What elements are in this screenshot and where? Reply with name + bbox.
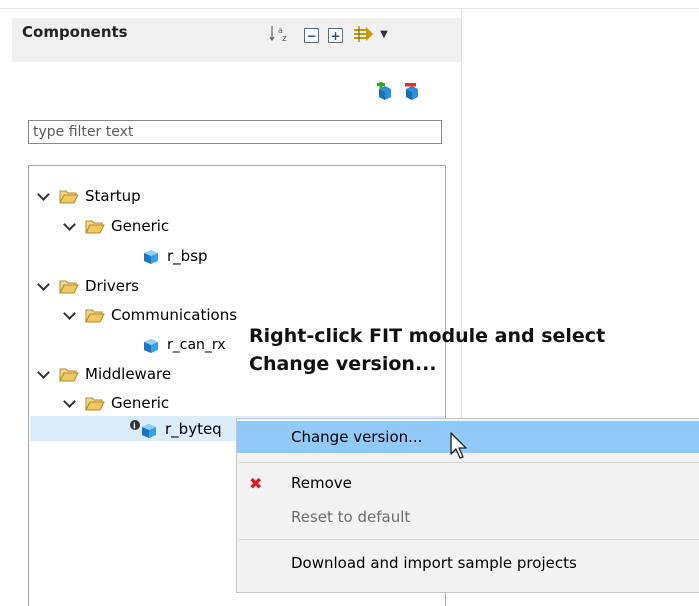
tree-item-r-can-rx[interactable]: r_can_rx: [141, 332, 226, 358]
sort-alphabetical-icon[interactable]: a z: [268, 24, 290, 44]
menu-item-label: Change version...: [291, 428, 423, 446]
menu-item-remove[interactable]: ✖ Remove: [237, 467, 699, 499]
chevron-down-icon[interactable]: [37, 367, 51, 381]
chevron-down-icon[interactable]: [63, 219, 77, 233]
menu-item-reset-to-default: Reset to default: [237, 501, 699, 533]
folder-open-icon: [59, 190, 79, 203]
tree-item-label: Generic: [111, 394, 170, 412]
chevron-down-icon[interactable]: [37, 189, 51, 203]
svg-text:i: i: [133, 422, 136, 431]
add-component-icon[interactable]: [375, 80, 393, 100]
instruction-annotation: Right-click FIT module and select Change…: [249, 322, 605, 378]
tree-item-startup[interactable]: Startup: [37, 183, 141, 209]
tree-item-r-byteq[interactable]: i r_byteq: [129, 416, 222, 442]
menu-item-label: Download and import sample projects: [291, 554, 577, 572]
component-cube-icon: [144, 250, 158, 264]
tree-item-label: Generic: [111, 217, 170, 235]
tree-item-drivers[interactable]: Drivers: [37, 273, 139, 299]
filter-input[interactable]: [28, 120, 442, 144]
svg-text:z: z: [282, 34, 287, 43]
menu-separator: [239, 539, 699, 540]
tree-item-generic-middleware[interactable]: Generic: [63, 390, 169, 416]
menu-item-download-samples[interactable]: Download and import sample projects: [237, 547, 699, 579]
menu-separator: [239, 462, 699, 463]
tree-item-label: Middleware: [85, 365, 172, 383]
remove-x-icon: ✖: [249, 473, 263, 493]
chevron-down-icon[interactable]: [63, 396, 77, 410]
top-divider: [0, 8, 699, 9]
annotation-line-1: Right-click FIT module and select: [249, 325, 606, 347]
tree-item-label: Drivers: [85, 277, 139, 295]
chevron-down-icon[interactable]: [37, 279, 51, 293]
tree-item-label: Communications: [111, 306, 238, 324]
tree-item-middleware[interactable]: Middleware: [37, 361, 171, 387]
collapse-all-icon[interactable]: −: [304, 28, 319, 43]
remove-component-icon[interactable]: [402, 82, 420, 100]
component-cube-info-icon: i: [130, 420, 156, 438]
tree-item-communications[interactable]: Communications: [63, 302, 237, 328]
expand-all-icon[interactable]: +: [328, 28, 343, 43]
panel-title: Components: [22, 23, 128, 41]
folder-open-icon: [85, 397, 105, 410]
menu-item-label: Remove: [291, 474, 352, 492]
folder-open-icon: [59, 368, 79, 381]
tree-item-label: r_byteq: [165, 420, 222, 438]
view-menu-dropdown-icon[interactable]: ▼: [377, 24, 391, 44]
panel-header: Components a z − + ▼: [12, 18, 461, 62]
menu-item-label: Reset to default: [291, 508, 411, 526]
tree-item-label: r_bsp: [167, 247, 208, 265]
folder-open-icon: [85, 309, 105, 322]
folder-open-icon: [85, 220, 105, 233]
link-arrows-icon[interactable]: [351, 24, 375, 44]
tree-item-label: Startup: [85, 187, 141, 205]
mouse-cursor-icon: [450, 432, 467, 459]
tree-item-r-bsp[interactable]: r_bsp: [141, 243, 208, 269]
tree-item-label: r_can_rx: [167, 337, 226, 353]
component-cube-icon: [144, 339, 158, 353]
tree-item-generic[interactable]: Generic: [63, 213, 169, 239]
folder-open-icon: [59, 280, 79, 293]
chevron-down-icon[interactable]: [63, 308, 77, 322]
annotation-line-2: Change version...: [249, 353, 437, 375]
